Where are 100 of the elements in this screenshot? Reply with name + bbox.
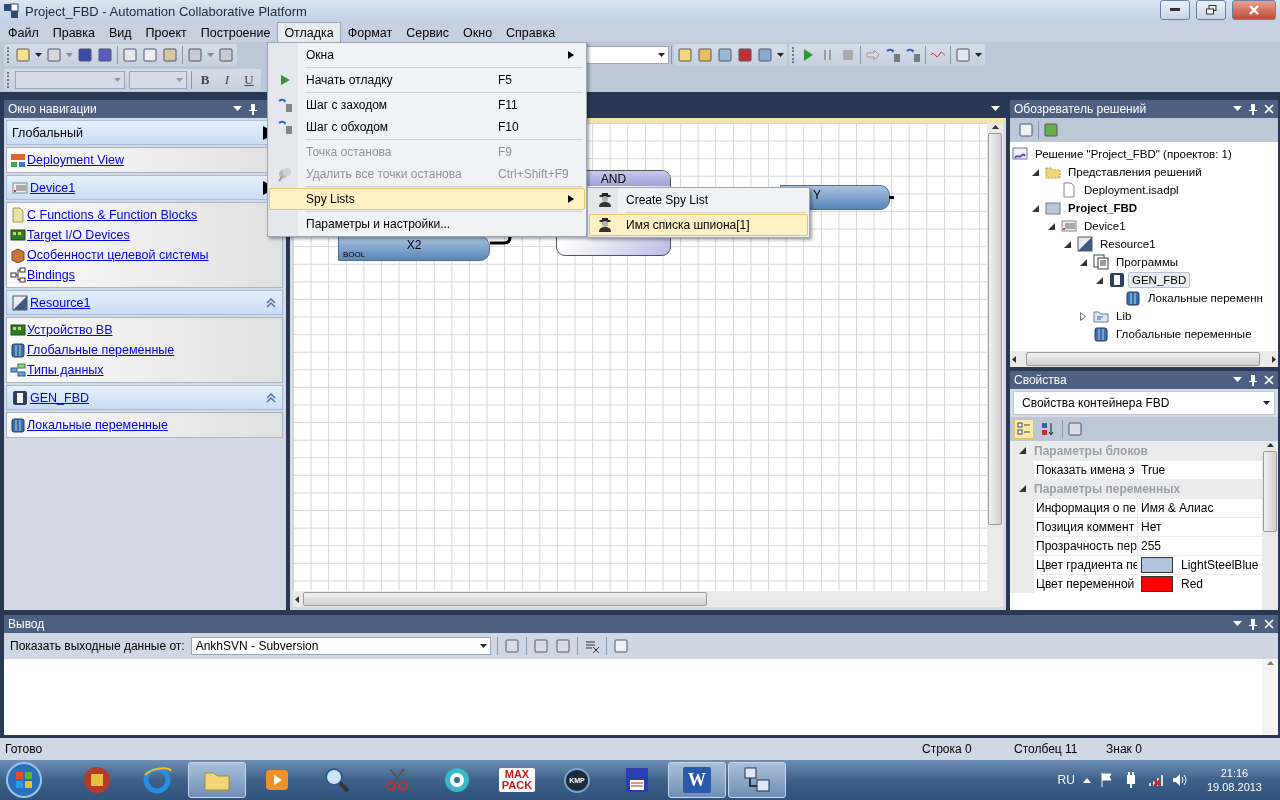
expanded-icon[interactable] <box>1018 447 1026 454</box>
menu-item[interactable]: Вид <box>101 22 139 42</box>
property-value[interactable]: Нет <box>1137 517 1262 536</box>
expanded-icon[interactable] <box>1031 168 1039 176</box>
menu-item[interactable]: Параметры и настройки... <box>269 213 585 235</box>
format-button[interactable]: B <box>196 70 214 89</box>
collapsed-icon[interactable] <box>1080 311 1086 321</box>
nav-link[interactable]: Target I/O Devices <box>27 228 130 242</box>
tree-item[interactable]: Project_FBD <box>1064 200 1142 216</box>
object-selector[interactable]: Свойства контейнера FBD <box>1013 391 1275 415</box>
close-icon[interactable] <box>1264 619 1274 629</box>
nav-link[interactable]: Типы данных <box>27 363 104 377</box>
expanded-icon[interactable] <box>1018 485 1026 492</box>
expanded-icon[interactable] <box>1063 240 1071 248</box>
close-button[interactable] <box>1232 0 1276 20</box>
tree-item[interactable]: Lib <box>1112 308 1136 324</box>
dropdown-icon[interactable] <box>1233 621 1242 627</box>
nav-link[interactable]: Deployment View <box>27 153 125 167</box>
tree-item[interactable]: Resource1 <box>1096 236 1160 252</box>
source-select[interactable]: AnkhSVN - Subversion <box>190 637 491 655</box>
property-value[interactable]: Red <box>1137 574 1262 593</box>
tree-item[interactable]: Глобальные переменные <box>1112 326 1256 342</box>
pin-icon[interactable] <box>248 103 258 115</box>
format-button[interactable]: U <box>240 70 258 89</box>
scrollbar-thumb[interactable] <box>1026 352 1261 366</box>
tree-item[interactable]: GEN_FBD <box>1128 272 1191 288</box>
clear-icon[interactable] <box>583 638 600 654</box>
start-button[interactable] <box>4 761 44 799</box>
menu-item[interactable]: Имя списка шпиона[1] <box>589 214 808 236</box>
pin-icon[interactable] <box>1248 618 1258 630</box>
menu-item[interactable]: Окно <box>456 22 500 42</box>
tree-item[interactable]: Локальные переменн <box>1144 290 1267 306</box>
dropdown-icon[interactable] <box>1233 377 1242 383</box>
menu-item[interactable]: Начать отладку F5 <box>269 69 585 91</box>
taskbar-app[interactable]: W <box>668 762 726 798</box>
property-value[interactable]: True <box>1137 460 1262 479</box>
section-link[interactable]: GEN_FBD <box>30 390 264 405</box>
expanded-icon[interactable] <box>1031 204 1039 212</box>
language-indicator[interactable]: RU <box>1057 773 1075 787</box>
menu-item[interactable]: Проект <box>138 22 194 42</box>
dropdown-icon[interactable] <box>233 106 242 112</box>
taskbar-app[interactable]: MAX PACK <box>488 762 546 798</box>
restore-button[interactable] <box>1196 0 1226 20</box>
tree-item[interactable]: Решение "Project_FBD" (проектов: 1) <box>1031 146 1236 162</box>
tree-item[interactable]: Программы <box>1112 254 1183 270</box>
variable-block[interactable]: X2 BOOL <box>338 236 490 261</box>
pin-icon[interactable] <box>1248 103 1258 115</box>
close-icon[interactable] <box>1264 104 1274 114</box>
close-icon[interactable] <box>1264 375 1274 385</box>
scrollbar-thumb[interactable] <box>988 133 1002 525</box>
flag-icon[interactable] <box>1098 772 1115 788</box>
categorize-button[interactable] <box>1014 419 1034 439</box>
format-button[interactable]: I <box>218 70 236 89</box>
property-value[interactable]: Имя & Алиас <box>1137 498 1262 517</box>
menu-item[interactable]: Сервис <box>399 22 457 42</box>
tree-item[interactable]: Deployment.isadpl <box>1080 182 1183 198</box>
taskbar-app[interactable] <box>728 762 786 798</box>
size-field[interactable] <box>129 70 187 89</box>
font-field[interactable] <box>15 70 125 89</box>
menu-item[interactable]: Построение <box>193 22 278 42</box>
nav-link[interactable]: Особенности целевой системы <box>27 248 209 262</box>
pin-icon[interactable] <box>1248 374 1258 386</box>
menu-item[interactable]: Справка <box>499 22 563 42</box>
clock-time[interactable]: 21:16 <box>1220 767 1249 779</box>
play-icon <box>279 74 291 86</box>
signal-icon[interactable] <box>1146 772 1163 788</box>
menu-item[interactable]: Правка <box>45 22 102 42</box>
minimize-button[interactable] <box>1160 0 1190 20</box>
nav-link[interactable]: Локальные переменные <box>27 418 168 432</box>
menu-item[interactable]: Spy Lists <box>269 188 585 210</box>
expanded-icon[interactable] <box>1047 222 1055 230</box>
clock-date[interactable]: 19.08.2013 <box>1206 781 1262 793</box>
menu-item[interactable]: Файл <box>1 22 46 42</box>
save-icon[interactable] <box>77 46 93 63</box>
tree-item[interactable]: Device1 <box>1080 218 1130 234</box>
nav-link[interactable]: Глобальные переменные <box>27 343 175 357</box>
chevrons-up-icon[interactable] <box>266 392 276 403</box>
chevron-up-icon[interactable] <box>1082 777 1091 783</box>
menu-item[interactable]: Формат <box>340 22 400 42</box>
dropdown-icon[interactable] <box>991 106 1000 112</box>
section-link[interactable]: Device1 <box>30 180 260 195</box>
expanded-icon[interactable] <box>1095 276 1103 284</box>
property-value[interactable]: LightSteelBlue <box>1137 555 1262 574</box>
menu-item[interactable]: Отладка <box>277 22 341 42</box>
nav-link[interactable]: C Functions & Function Blocks <box>27 208 198 222</box>
save-all-icon[interactable] <box>97 46 113 63</box>
property-value[interactable]: 255 <box>1137 536 1262 555</box>
section-header[interactable]: Resource1 <box>6 290 283 315</box>
dropdown-icon[interactable] <box>1233 106 1242 112</box>
scrollbar-thumb[interactable] <box>303 592 708 606</box>
scrollbar-thumb[interactable] <box>1263 451 1277 533</box>
nav-link[interactable]: Bindings <box>27 268 75 282</box>
section-link[interactable]: Resource1 <box>30 295 264 310</box>
speaker-icon[interactable] <box>1170 772 1187 788</box>
expanded-icon[interactable] <box>1079 258 1087 266</box>
section-header[interactable]: GEN_FBD <box>6 385 283 410</box>
nav-link[interactable]: Устройство ВВ <box>27 323 113 337</box>
tree-item[interactable]: Представления решений <box>1064 164 1206 180</box>
menu-item[interactable]: Шаг с заходом F11 <box>269 94 585 116</box>
chevrons-up-icon[interactable] <box>266 297 276 308</box>
